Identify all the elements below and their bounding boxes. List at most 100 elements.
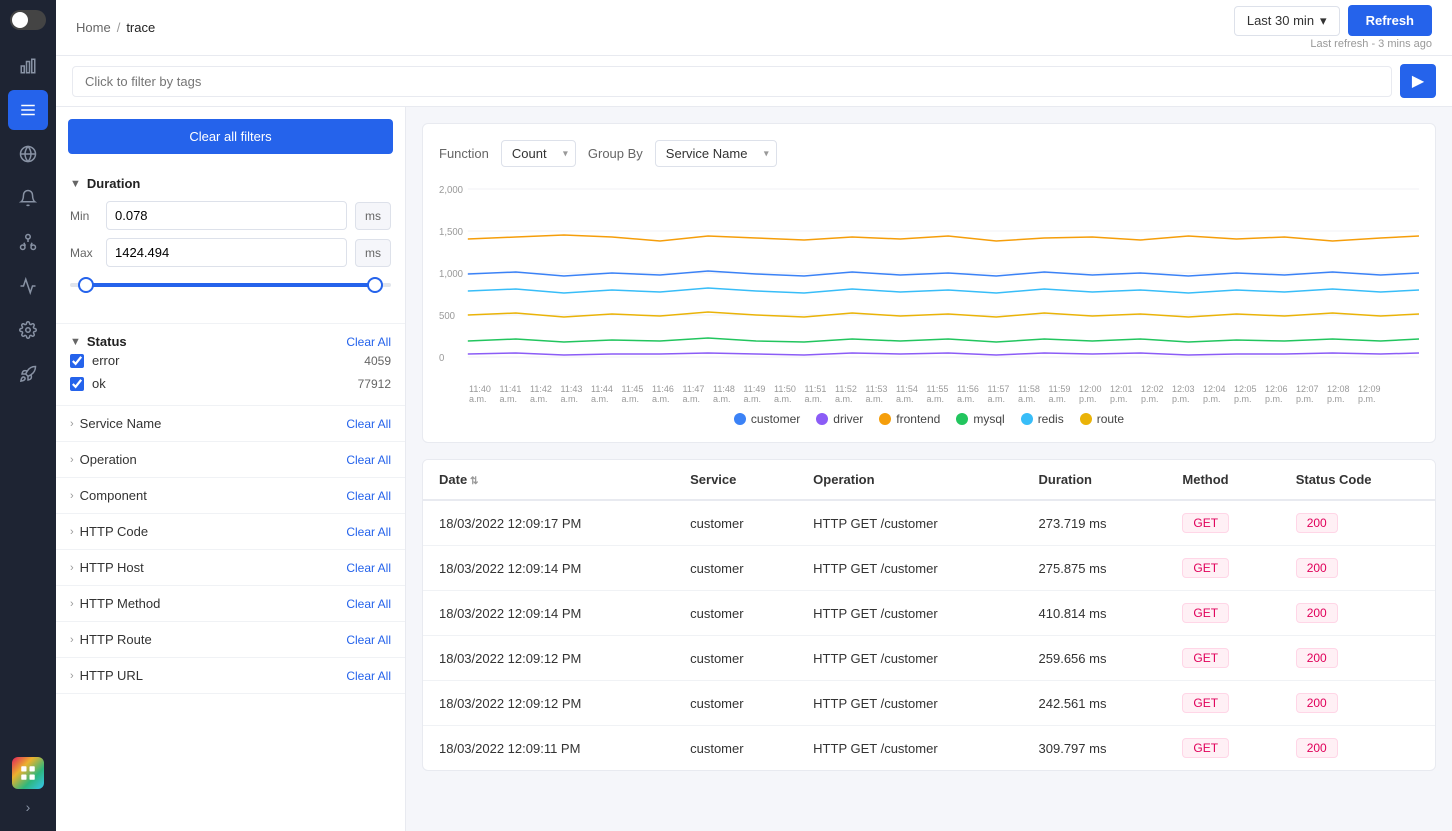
sidebar-item-linechart[interactable] <box>8 266 48 306</box>
time-picker[interactable]: Last 30 min ▾ <box>1234 6 1340 36</box>
table-row[interactable]: 18/03/2022 12:09:14 PM customer HTTP GET… <box>423 546 1435 591</box>
filter-row-clear-4[interactable]: Clear All <box>346 561 391 575</box>
group-by-select[interactable]: Service Name <box>655 140 777 167</box>
sidebar-toggle[interactable] <box>10 10 46 30</box>
filter-row-clear-3[interactable]: Clear All <box>346 525 391 539</box>
function-select[interactable]: Count <box>501 140 576 167</box>
legend-dot-customer <box>734 413 746 425</box>
filter-row-clear-5[interactable]: Clear All <box>346 597 391 611</box>
method-badge-1: GET <box>1182 558 1229 578</box>
sidebar-item-menu[interactable] <box>8 90 48 130</box>
cell-method-2: GET <box>1166 591 1279 636</box>
cell-service-3: customer <box>674 636 797 681</box>
sidebar-item-barchart[interactable] <box>8 46 48 86</box>
cell-operation-2: HTTP GET /customer <box>797 591 1022 636</box>
duration-label: Duration <box>87 176 140 191</box>
x-label-14: 11:54 a.m. <box>896 384 927 404</box>
collapse-icon[interactable]: › <box>20 793 37 821</box>
filter-row-clear-2[interactable]: Clear All <box>346 489 391 503</box>
clear-all-filters-button[interactable]: Clear all filters <box>68 119 393 154</box>
function-label: Function <box>439 146 489 161</box>
filter-row-clear-1[interactable]: Clear All <box>346 453 391 467</box>
filter-row-http-method[interactable]: › HTTP Method Clear All <box>56 586 405 622</box>
sidebar-item-settings[interactable] <box>8 310 48 350</box>
slack-icon[interactable] <box>12 757 44 789</box>
filter-row-title-4: HTTP Host <box>80 560 144 575</box>
filter-row-label-1: › Operation <box>70 452 137 467</box>
duration-min-label: Min <box>70 209 98 223</box>
table-header: DateServiceOperationDurationMethodStatus… <box>423 460 1435 500</box>
x-label-5: 11:45 a.m. <box>622 384 653 404</box>
th-date[interactable]: Date <box>423 460 674 500</box>
x-label-13: 11:53 a.m. <box>866 384 897 404</box>
cell-service-0: customer <box>674 500 797 546</box>
filter-row-chevron-6: › <box>70 634 74 646</box>
sidebar-item-rocket[interactable] <box>8 354 48 394</box>
status-checkbox-ok[interactable] <box>70 377 84 391</box>
method-badge-3: GET <box>1182 648 1229 668</box>
th-service: Service <box>674 460 797 500</box>
svg-text:500: 500 <box>439 311 456 322</box>
filter-row-clear-6[interactable]: Clear All <box>346 633 391 647</box>
table-body: 18/03/2022 12:09:17 PM customer HTTP GET… <box>423 500 1435 770</box>
duration-min-input[interactable] <box>106 201 347 230</box>
legend-label-route: route <box>1097 412 1124 426</box>
filter-row-service-name[interactable]: › Service Name Clear All <box>56 406 405 442</box>
status-count-error: 4059 <box>364 354 391 368</box>
tag-filter-input[interactable] <box>72 66 1392 97</box>
filter-row-clear-0[interactable]: Clear All <box>346 417 391 431</box>
table-row[interactable]: 18/03/2022 12:09:11 PM customer HTTP GET… <box>423 726 1435 771</box>
x-label-24: 12:04 p.m. <box>1203 384 1234 404</box>
filter-bar: ▶ <box>56 56 1452 107</box>
sidebar-bottom: › <box>12 757 44 821</box>
chart-controls: Function Count ▾ Group By Service Name ▾ <box>439 140 1419 167</box>
filter-row-http-code[interactable]: › HTTP Code Clear All <box>56 514 405 550</box>
duration-max-input[interactable] <box>106 238 347 267</box>
group-by-select-wrapper: Service Name ▾ <box>655 140 777 167</box>
x-label-12: 11:52 a.m. <box>835 384 866 404</box>
time-picker-label: Last 30 min <box>1247 13 1314 28</box>
cell-service-4: customer <box>674 681 797 726</box>
cell-duration-4: 242.561 ms <box>1023 681 1167 726</box>
breadcrumb-home[interactable]: Home <box>76 20 111 35</box>
table-container: DateServiceOperationDurationMethodStatus… <box>422 459 1436 771</box>
filter-row-component[interactable]: › Component Clear All <box>56 478 405 514</box>
filter-run-button[interactable]: ▶ <box>1400 64 1436 98</box>
x-label-27: 12:07 p.m. <box>1296 384 1327 404</box>
cell-date-3: 18/03/2022 12:09:12 PM <box>423 636 674 681</box>
status-clear-button[interactable]: Clear All <box>346 335 391 349</box>
filter-row-http-host[interactable]: › HTTP Host Clear All <box>56 550 405 586</box>
table-row[interactable]: 18/03/2022 12:09:12 PM customer HTTP GET… <box>423 636 1435 681</box>
filter-row-chevron-5: › <box>70 598 74 610</box>
status-header[interactable]: ▼ Status Clear All <box>70 334 391 349</box>
duration-title: ▼ Duration <box>70 176 140 191</box>
cell-date-2: 18/03/2022 12:09:14 PM <box>423 591 674 636</box>
cell-status-4: 200 <box>1280 681 1435 726</box>
refresh-button[interactable]: Refresh <box>1348 5 1432 36</box>
status-checkbox-error[interactable] <box>70 354 84 368</box>
sidebar-item-network[interactable] <box>8 222 48 262</box>
th-method: Method <box>1166 460 1279 500</box>
duration-header[interactable]: ▼ Duration <box>70 176 391 191</box>
filter-row-http-route[interactable]: › HTTP Route Clear All <box>56 622 405 658</box>
legend-dot-driver <box>816 413 828 425</box>
filter-row-http-url[interactable]: › HTTP URL Clear All <box>56 658 405 694</box>
right-panel: Function Count ▾ Group By Service Name ▾ <box>406 107 1452 831</box>
filter-row-title-7: HTTP URL <box>80 668 143 683</box>
filter-row-operation[interactable]: › Operation Clear All <box>56 442 405 478</box>
duration-range-slider[interactable] <box>70 275 391 295</box>
cell-duration-3: 259.656 ms <box>1023 636 1167 681</box>
x-label-1: 11:41 a.m. <box>500 384 531 404</box>
legend-item-customer: customer <box>734 412 800 426</box>
x-label-10: 11:50 a.m. <box>774 384 805 404</box>
table-row[interactable]: 18/03/2022 12:09:12 PM customer HTTP GET… <box>423 681 1435 726</box>
sidebar-item-globe[interactable] <box>8 134 48 174</box>
legend-dot-route <box>1080 413 1092 425</box>
topbar: Home / trace Last 30 min ▾ Refresh Last … <box>56 0 1452 56</box>
status-chevron: ▼ <box>70 336 81 348</box>
table-row[interactable]: 18/03/2022 12:09:17 PM customer HTTP GET… <box>423 500 1435 546</box>
sidebar-item-alert[interactable] <box>8 178 48 218</box>
filter-row-label-5: › HTTP Method <box>70 596 160 611</box>
filter-row-clear-7[interactable]: Clear All <box>346 669 391 683</box>
table-row[interactable]: 18/03/2022 12:09:14 PM customer HTTP GET… <box>423 591 1435 636</box>
